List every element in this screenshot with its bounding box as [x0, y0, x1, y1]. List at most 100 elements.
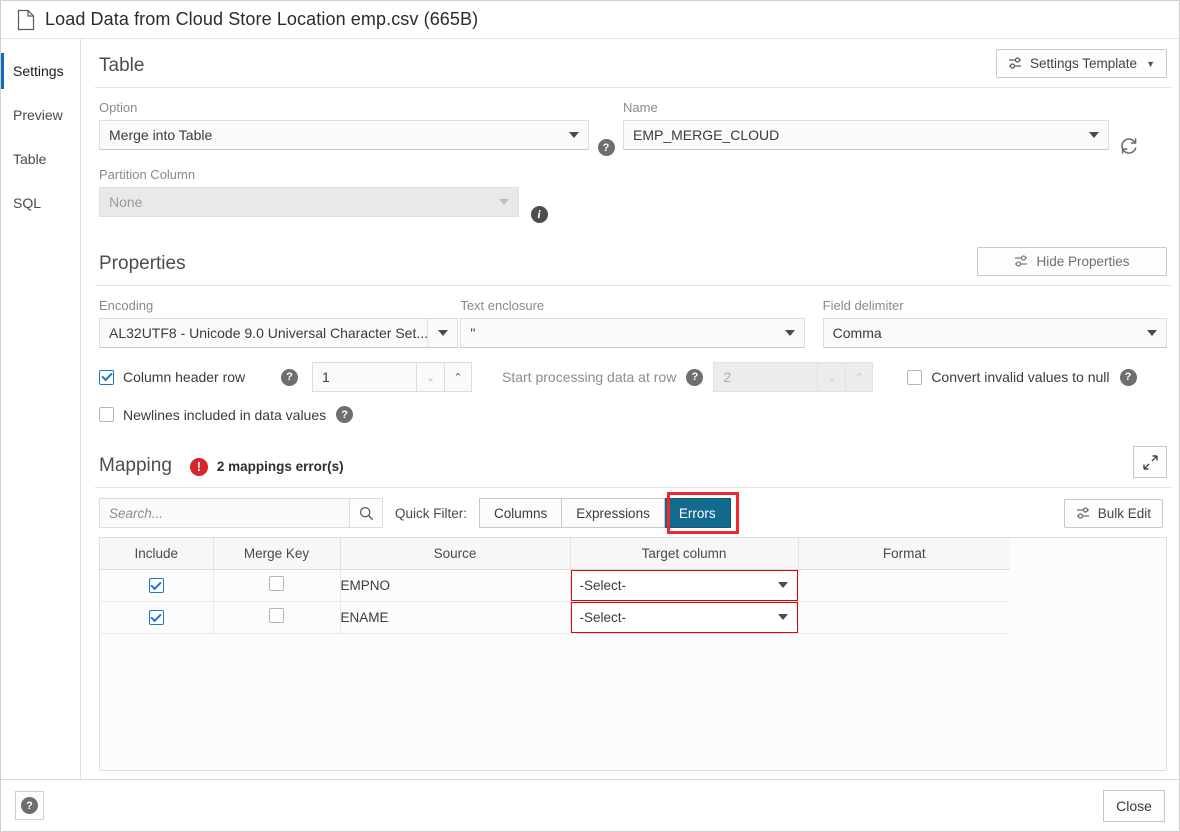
cell-include	[100, 601, 213, 633]
start-processing-row-value: 2	[713, 362, 817, 392]
chevron-down-icon[interactable]	[427, 319, 457, 347]
column-header-merge-key[interactable]: Merge Key	[213, 538, 340, 569]
cell-format[interactable]	[798, 569, 1010, 601]
column-header-row-value[interactable]: 1	[312, 362, 416, 392]
sidebar-item-settings[interactable]: Settings	[1, 49, 80, 93]
settings-template-button[interactable]: Settings Template ▼	[996, 49, 1167, 78]
table-row: ENAME -Select-	[100, 601, 1010, 633]
column-header-row-checkbox-wrap[interactable]: Column header row	[99, 369, 281, 385]
mapping-section-header: Mapping ! 2 mappings error(s)	[95, 436, 1171, 488]
option-help-icon[interactable]: ?	[598, 139, 615, 156]
stepper-up-icon[interactable]: ⌃	[444, 362, 472, 392]
quick-filter-columns[interactable]: Columns	[479, 498, 562, 528]
chevron-down-icon	[785, 330, 795, 336]
name-label: Name	[623, 100, 1109, 115]
merge-key-checkbox[interactable]	[269, 608, 284, 623]
cell-include	[100, 569, 213, 601]
properties-section-title: Properties	[99, 253, 186, 276]
mapping-toolbar: Quick Filter: Columns Expressions Errors	[95, 488, 1171, 537]
start-processing-row-label: Start processing data at row	[502, 369, 676, 385]
encoding-select[interactable]: AL32UTF8 - Unicode 9.0 Universal Charact…	[99, 318, 458, 348]
include-checkbox[interactable]	[149, 610, 164, 625]
quick-filter-group: Columns Expressions Errors	[479, 498, 731, 528]
option-select[interactable]: Merge into Table	[99, 120, 589, 150]
column-header-row-stepper[interactable]: 1 ⌄ ⌃	[312, 362, 472, 392]
refresh-icon[interactable]	[1119, 136, 1139, 156]
stepper-down-icon[interactable]: ⌄	[416, 362, 444, 392]
field-delimiter-label: Field delimiter	[823, 298, 1167, 313]
dialog-title: Load Data from Cloud Store Location emp.…	[45, 9, 478, 30]
column-header-format[interactable]: Format	[798, 538, 1010, 569]
quick-filter-expressions-label: Expressions	[576, 506, 650, 521]
column-header-row-help-icon[interactable]: ?	[281, 369, 298, 386]
partition-column-info-icon[interactable]: i	[531, 206, 548, 223]
dialog-body: Settings Preview Table SQL Table	[1, 39, 1179, 779]
convert-invalid-values-checkbox-wrap[interactable]: Convert invalid values to null	[907, 369, 1109, 385]
mapping-grid: Include Merge Key Source Target column F…	[99, 537, 1167, 771]
search-button[interactable]	[349, 498, 383, 528]
expand-diagonal-icon	[1143, 455, 1158, 470]
encoding-label: Encoding	[99, 298, 458, 313]
text-enclosure-field: Text enclosure "	[460, 298, 804, 348]
sidebar-item-sql[interactable]: SQL	[1, 181, 80, 225]
quick-filter-errors[interactable]: Errors	[665, 498, 731, 528]
load-data-dialog: Load Data from Cloud Store Location emp.…	[0, 0, 1180, 832]
name-select[interactable]: EMP_MERGE_CLOUD	[623, 120, 1109, 150]
field-delimiter-select[interactable]: Comma	[823, 318, 1167, 348]
dialog-titlebar: Load Data from Cloud Store Location emp.…	[1, 1, 1179, 39]
close-button-label: Close	[1116, 798, 1152, 814]
sidebar-item-table[interactable]: Table	[1, 137, 80, 181]
target-column-value: -Select-	[580, 578, 627, 593]
newlines-included-checkbox-wrap[interactable]: Newlines included in data values	[99, 407, 326, 423]
start-processing-row-stepper: 2 ⌄ ⌃	[713, 362, 873, 392]
include-checkbox[interactable]	[149, 578, 164, 593]
convert-invalid-values-checkbox[interactable]	[907, 370, 922, 385]
mapping-error-badge: ! 2 mappings error(s)	[190, 458, 344, 476]
name-value: EMP_MERGE_CLOUD	[633, 127, 779, 143]
target-column-select[interactable]: -Select-	[571, 570, 798, 601]
expand-mapping-button[interactable]	[1133, 446, 1167, 478]
text-enclosure-select[interactable]: "	[460, 318, 804, 348]
search-input[interactable]	[99, 498, 349, 528]
sidebar-item-label: Preview	[13, 107, 63, 123]
settings-content: Table Settings Template ▼ Option	[81, 39, 1179, 779]
hide-properties-label: Hide Properties	[1036, 254, 1129, 269]
sidebar-item-label: Settings	[13, 63, 64, 79]
chevron-down-icon	[778, 614, 788, 620]
encoding-value: AL32UTF8 - Unicode 9.0 Universal Charact…	[109, 325, 428, 341]
partition-column-value: None	[109, 194, 142, 210]
target-column-value: -Select-	[580, 610, 627, 625]
sidebar: Settings Preview Table SQL	[1, 39, 81, 779]
partition-column-select: None	[99, 187, 519, 217]
properties-section-header: Properties Hide Properties	[95, 237, 1171, 286]
column-header-row-checkbox[interactable]	[99, 370, 114, 385]
sidebar-item-preview[interactable]: Preview	[1, 93, 80, 137]
cell-format[interactable]	[798, 601, 1010, 633]
quick-filter-errors-label: Errors	[679, 506, 716, 521]
mapping-search[interactable]	[99, 498, 383, 528]
start-processing-row-help-icon[interactable]: ?	[686, 369, 703, 386]
column-header-include[interactable]: Include	[100, 538, 213, 569]
column-header-source[interactable]: Source	[340, 538, 570, 569]
newlines-included-checkbox[interactable]	[99, 407, 114, 422]
cell-source: EMPNO	[340, 569, 570, 601]
mapping-grid-empty-area	[100, 634, 1166, 771]
chevron-down-icon	[1089, 132, 1099, 138]
option-field: Option Merge into Table	[99, 100, 589, 150]
hide-properties-button[interactable]: Hide Properties	[977, 247, 1167, 276]
quick-filter-expressions[interactable]: Expressions	[562, 498, 665, 528]
convert-invalid-values-help-icon[interactable]: ?	[1120, 369, 1137, 386]
cell-source: ENAME	[340, 601, 570, 633]
close-button[interactable]: Close	[1103, 790, 1165, 822]
column-header-target-column[interactable]: Target column	[570, 538, 798, 569]
merge-key-checkbox[interactable]	[269, 576, 284, 591]
sidebar-item-label: Table	[13, 151, 46, 167]
target-column-select[interactable]: -Select-	[571, 602, 798, 633]
text-enclosure-label: Text enclosure	[460, 298, 804, 313]
mapping-error-text: 2 mappings error(s)	[217, 459, 344, 474]
cell-merge-key	[213, 569, 340, 601]
newlines-included-help-icon[interactable]: ?	[336, 406, 353, 423]
field-delimiter-field: Field delimiter Comma	[823, 298, 1167, 348]
bulk-edit-button[interactable]: Bulk Edit	[1064, 499, 1163, 528]
help-button[interactable]: ?	[15, 791, 44, 820]
